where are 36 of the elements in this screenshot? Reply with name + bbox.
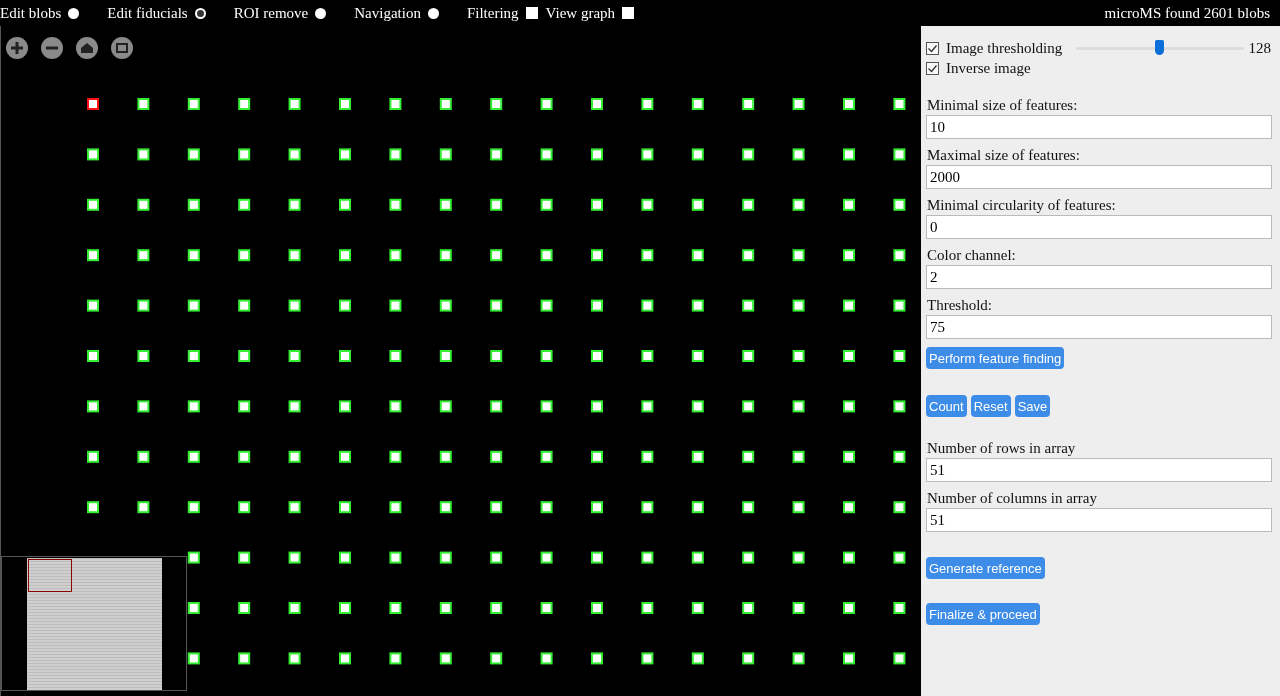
plus-icon (5, 36, 29, 60)
minimap[interactable] (1, 556, 187, 691)
home-button[interactable] (75, 36, 99, 60)
option-checkbox[interactable]: Image thresholding (926, 39, 1074, 57)
option-checkbox[interactable]: Inverse image (926, 59, 1074, 77)
input-field[interactable]: 2000 (926, 165, 1272, 189)
viewport-frame[interactable] (28, 559, 72, 592)
minus-icon (40, 36, 64, 60)
check-icon (927, 62, 938, 74)
input-field[interactable]: 51 (926, 458, 1272, 482)
field-label: Number of rows in array (926, 439, 1077, 458)
mode-radio[interactable]: Navigation (354, 4, 439, 22)
field-label: Maximal size of features: (926, 146, 1081, 165)
toggle-checkbox[interactable]: Filtering (466, 4, 538, 22)
input-field[interactable]: 0 (926, 215, 1272, 239)
field-label: Color channel: (926, 246, 1017, 265)
input-field[interactable]: 51 (926, 508, 1272, 532)
home-icon (75, 36, 99, 60)
fullscreen-button[interactable] (110, 36, 134, 60)
toggle-checkbox[interactable]: View graph (545, 4, 635, 22)
field-label: Number of columns in array (926, 489, 1098, 508)
mode-radio[interactable]: Edit fiducials (107, 4, 206, 22)
input-field[interactable]: 2 (926, 265, 1272, 289)
zoom-in-button[interactable] (5, 36, 29, 60)
check-icon (927, 42, 938, 54)
zoom-out-button[interactable] (40, 36, 64, 60)
field-label: Minimal size of features: (926, 96, 1079, 115)
mode-radio[interactable]: ROI remove (233, 4, 327, 22)
field-label: Threshold: (926, 296, 993, 315)
slider-value: 128 (1248, 39, 1272, 57)
fullscreen-icon (110, 36, 134, 60)
input-field[interactable]: 10 (926, 115, 1272, 139)
status-text: microMS found 2601 blobs (1104, 4, 1270, 22)
field-label: Minimal circularity of features: (926, 196, 1117, 215)
mode-radio[interactable]: Edit blobs (0, 4, 80, 22)
input-field[interactable]: 75 (926, 315, 1272, 339)
